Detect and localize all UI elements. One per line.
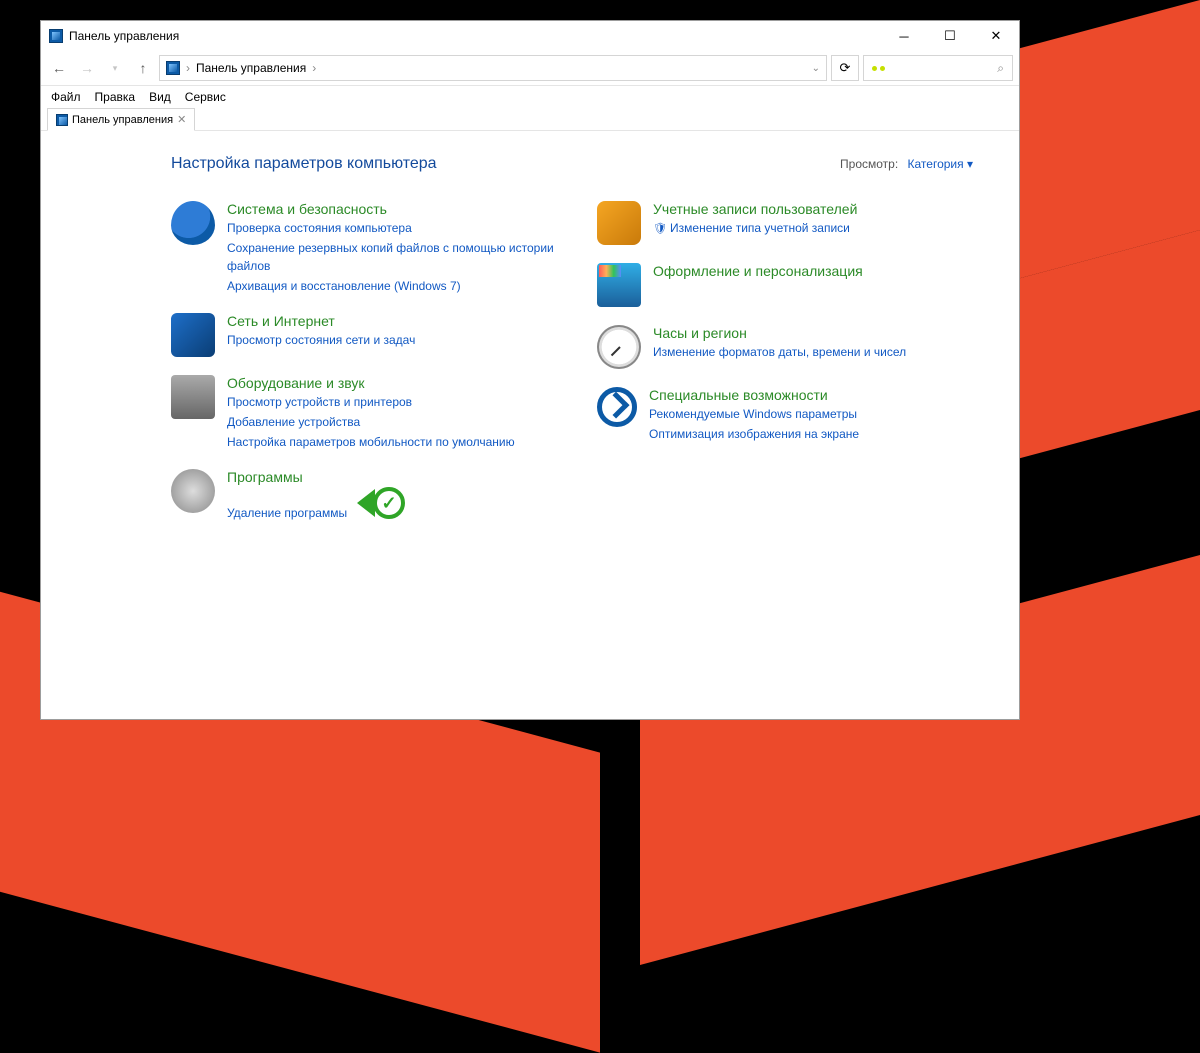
breadcrumb-root[interactable]: Панель управления [196, 61, 306, 75]
content-area: Настройка параметров компьютера Просмотр… [41, 131, 1019, 719]
tab-icon [56, 114, 68, 126]
category-link[interactable]: Настройка параметров мобильности по умол… [227, 433, 515, 451]
category-column-right: Учетные записи пользователей 🛡 Изменение … [597, 201, 983, 522]
category-title[interactable]: Часы и регион [653, 325, 906, 341]
access-icon [597, 387, 637, 427]
category-title[interactable]: Специальные возможности [649, 387, 859, 403]
category-link[interactable]: Сохранение резервных копий файлов с помо… [227, 239, 557, 275]
category-title[interactable]: Оформление и персонализация [653, 263, 863, 279]
menu-edit[interactable]: Правка [95, 90, 136, 104]
category-link[interactable]: Добавление устройства [227, 413, 515, 431]
forward-button[interactable]: → [75, 56, 99, 80]
back-button[interactable]: ← [47, 56, 71, 80]
menu-bar: Файл Правка Вид Сервис [41, 86, 1019, 108]
category-item: Программы Удаление программы✓ [171, 469, 557, 522]
category-item: Оборудование и звук Просмотр устройств и … [171, 375, 557, 451]
view-by-dropdown[interactable]: Категория ▾ [908, 157, 973, 171]
category-title[interactable]: Сеть и Интернет [227, 313, 415, 329]
category-link[interactable]: Оптимизация изображения на экране [649, 425, 859, 443]
category-title[interactable]: Учетные записи пользователей [653, 201, 857, 217]
tab-strip: Панель управления ✕ [41, 108, 1019, 131]
address-history-dropdown[interactable]: ⌄ [812, 63, 820, 74]
category-item: Специальные возможности Рекомендуемые Win… [597, 387, 983, 443]
callout-marker: ✓ [357, 487, 405, 519]
control-panel-window: Панель управления ─ ☐ ✕ ← → ▾ ↑ › Панель… [40, 20, 1020, 720]
category-title[interactable]: Программы [227, 469, 405, 485]
titlebar: Панель управления ─ ☐ ✕ [41, 21, 1019, 51]
category-item: Часы и регион Изменение форматов даты, вр… [597, 325, 983, 369]
category-link[interactable]: Архивация и восстановление (Windows 7) [227, 277, 557, 295]
category-link[interactable]: Изменение форматов даты, времени и чисел [653, 343, 906, 361]
refresh-button[interactable]: ⟳ [831, 55, 859, 81]
up-button[interactable]: ↑ [131, 56, 155, 80]
category-link[interactable]: 🛡 Изменение типа учетной записи [653, 219, 857, 238]
address-bar[interactable]: › Панель управления › ⌄ [159, 55, 827, 81]
shield-icon [171, 201, 215, 245]
appearance-icon [597, 263, 641, 307]
maximize-button[interactable]: ☐ [927, 21, 973, 51]
network-icon [171, 313, 215, 357]
category-title[interactable]: Система и безопасность [227, 201, 557, 217]
breadcrumb-icon [166, 61, 180, 75]
window-title: Панель управления [69, 29, 179, 43]
clock-icon [597, 325, 641, 369]
uac-shield-icon: 🛡 [653, 223, 670, 235]
category-link[interactable]: Просмотр состояния сети и задач [227, 331, 415, 349]
users-icon [597, 201, 641, 245]
category-title[interactable]: Оборудование и звук [227, 375, 515, 391]
navigation-bar: ← → ▾ ↑ › Панель управления › ⌄ ⟳ ⌕ [41, 51, 1019, 86]
page-title: Настройка параметров компьютера [171, 155, 437, 173]
category-column-left: Система и безопасность Проверка состояния… [171, 201, 557, 522]
view-by: Просмотр: Категория ▾ [840, 157, 973, 171]
search-icon: ⌕ [997, 61, 1004, 76]
category-link[interactable]: Проверка состояния компьютера [227, 219, 557, 237]
app-icon [49, 29, 63, 43]
minimize-button[interactable]: ─ [881, 21, 927, 51]
tab-label: Панель управления [72, 114, 173, 126]
programs-icon [171, 469, 215, 513]
category-link[interactable]: Просмотр устройств и принтеров [227, 393, 515, 411]
category-item: Учетные записи пользователей 🛡 Изменение … [597, 201, 983, 245]
tab-control-panel[interactable]: Панель управления ✕ [47, 108, 195, 131]
close-button[interactable]: ✕ [973, 21, 1019, 51]
tab-close-icon[interactable]: ✕ [177, 113, 186, 126]
menu-service[interactable]: Сервис [185, 90, 226, 104]
menu-file[interactable]: Файл [51, 90, 81, 104]
menu-view[interactable]: Вид [149, 90, 171, 104]
category-item: Оформление и персонализация [597, 263, 983, 307]
view-by-label: Просмотр: [840, 157, 898, 171]
search-box[interactable]: ⌕ [863, 55, 1013, 81]
category-link[interactable]: Удаление программы✓ [227, 487, 405, 522]
hardware-icon [171, 375, 215, 419]
category-link[interactable]: Рекомендуемые Windows параметры [649, 405, 859, 423]
category-item: Система и безопасность Проверка состояния… [171, 201, 557, 295]
category-item: Сеть и Интернет Просмотр состояния сети и… [171, 313, 557, 357]
recent-dropdown[interactable]: ▾ [103, 56, 127, 80]
